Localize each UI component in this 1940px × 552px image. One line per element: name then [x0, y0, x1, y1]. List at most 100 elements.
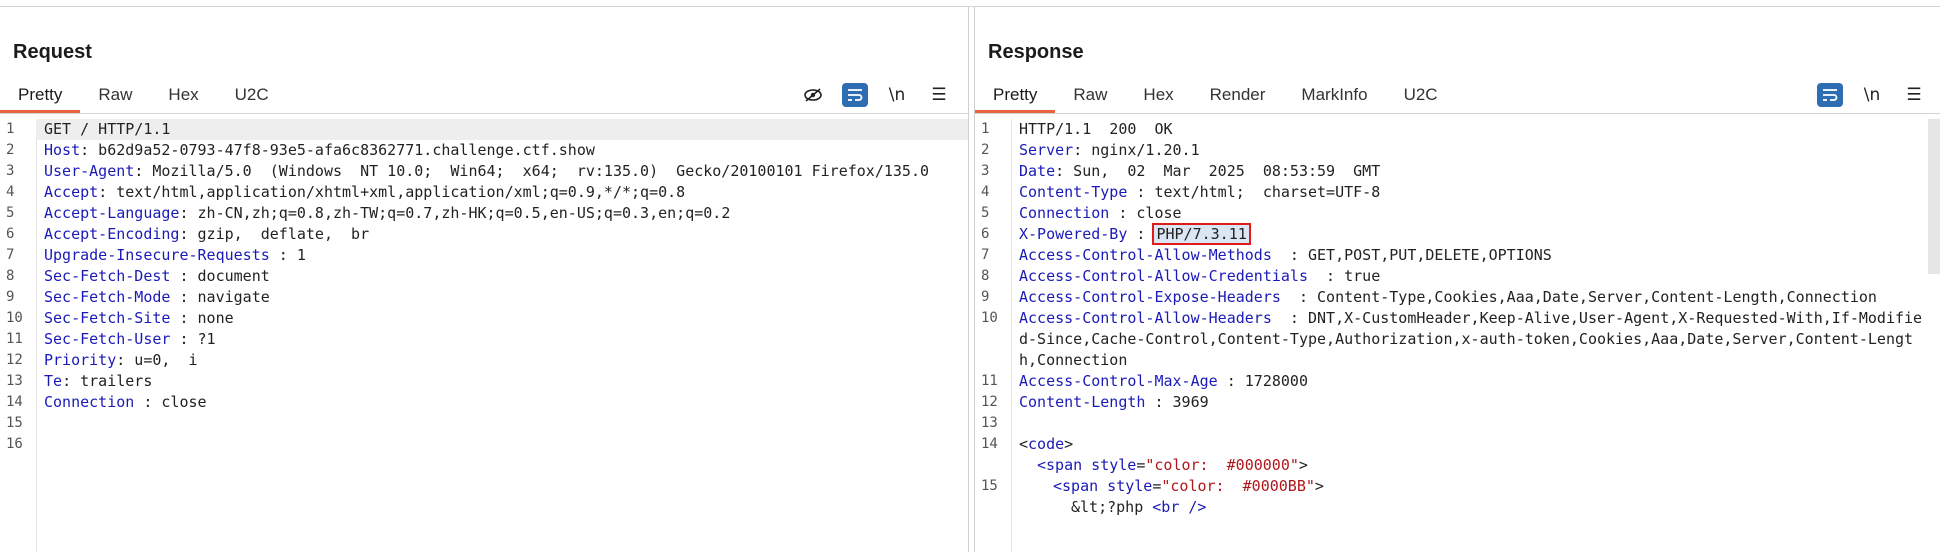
line-number: 11 — [981, 373, 998, 389]
header-name: User-Agent — [44, 162, 135, 180]
request-tab-pretty[interactable]: Pretty — [0, 77, 81, 113]
header-name: Access-Control-Expose-Headers — [1019, 288, 1281, 306]
code-line: 2 Server: nginx/1.20.1 — [975, 140, 1926, 161]
markup-value: "color: #000000" — [1145, 456, 1299, 474]
line-content: <span style="color: #000000"> — [1011, 455, 1926, 476]
show-newlines-toggle[interactable]: \n — [1859, 83, 1885, 107]
line-number: 5 — [6, 205, 15, 221]
line-content: User-Agent: Mozilla/5.0 (Windows NT 10.0… — [36, 161, 968, 182]
header-value: : close — [1109, 204, 1182, 222]
code-line: 10 Sec-Fetch-Site : none — [0, 308, 968, 329]
markup-tag: <br /> — [1152, 498, 1207, 516]
code-line: 7 Upgrade-Insecure-Requests : 1 — [0, 245, 968, 266]
markup-tag: <span — [1037, 456, 1083, 474]
line-content: Connection : close — [1011, 203, 1926, 224]
header-value: : true — [1307, 267, 1381, 285]
request-tab-raw[interactable]: Raw — [80, 77, 150, 113]
markup-text: &lt;?php — [1071, 498, 1153, 516]
header-value: : 1728000 — [1217, 372, 1308, 390]
header-value: : — [1127, 225, 1155, 243]
line-number: 7 — [6, 247, 15, 263]
line-content — [36, 434, 968, 455]
line-content: Sec-Fetch-Mode : navigate — [36, 287, 968, 308]
line-content: Te: trailers — [36, 371, 968, 392]
wrap-lines-icon[interactable] — [842, 83, 868, 107]
line-content — [1011, 413, 1926, 434]
line-number: 4 — [6, 184, 15, 200]
code-line: 5 Connection : close — [975, 203, 1926, 224]
header-name: Access-Control-Allow-Headers — [1019, 309, 1272, 327]
line-number — [975, 497, 1011, 518]
line-content: Server: nginx/1.20.1 — [1011, 140, 1926, 161]
code-line: 6 Accept-Encoding: gzip, deflate, br — [0, 224, 968, 245]
line-number: 12 — [981, 394, 998, 410]
code-line: 6 X-Powered-By : PHP/7.3.11 — [975, 223, 1926, 245]
markup-bracket: > — [1064, 435, 1074, 453]
response-title: Response — [988, 41, 1084, 63]
request-title: Request — [13, 41, 92, 63]
request-editor[interactable]: 1 GET / HTTP/1.1 2 Host: b62d9a52-0793-47f8… — [0, 119, 968, 552]
header-value: : none — [170, 309, 234, 327]
line-content: Content-Length : 3969 — [1011, 392, 1926, 413]
request-pane: Request Pretty Raw Hex U2C \n ☰ 1 GET / H… — [0, 7, 968, 552]
header-name: Access-Control-Allow-Credentials — [1019, 267, 1308, 285]
line-content: Upgrade-Insecure-Requests : 1 — [36, 245, 968, 266]
header-name: Accept-Encoding — [44, 225, 180, 243]
menu-icon[interactable]: ☰ — [926, 83, 952, 107]
response-editor[interactable]: 1 HTTP/1.1 200 OK 2 Server: nginx/1.20.1 3 Da… — [975, 119, 1940, 552]
pane-splitter[interactable] — [968, 7, 975, 552]
code-line: 1 HTTP/1.1 200 OK — [975, 119, 1926, 140]
line-content: &lt;?php <br /> — [1011, 497, 1926, 518]
request-tab-hex[interactable]: Hex — [150, 77, 216, 113]
header-name: Host — [44, 141, 81, 159]
response-tab-markinfo[interactable]: MarkInfo — [1283, 77, 1385, 113]
header-name: Sec-Fetch-Mode — [44, 288, 171, 306]
menu-icon[interactable]: ☰ — [1901, 83, 1927, 107]
line-number: 9 — [6, 289, 15, 305]
markup-tag: code — [1028, 435, 1065, 453]
header-value: : Sun, 02 Mar 2025 08:53:59 GMT — [1055, 162, 1381, 180]
line-content: Accept-Language: zh-CN,zh;q=0.8,zh-TW;q=… — [36, 203, 968, 224]
header-name: X-Powered-By — [1019, 225, 1128, 243]
header-value: : trailers — [62, 372, 153, 390]
code-line: 4 Accept: text/html,application/xhtml+xml… — [0, 182, 968, 203]
line-number: 14 — [981, 436, 998, 452]
highlighted-value: PHP/7.3.11 — [1152, 223, 1251, 245]
show-newlines-toggle[interactable]: \n — [884, 83, 910, 107]
response-tab-raw[interactable]: Raw — [1055, 77, 1125, 113]
response-tab-u2c[interactable]: U2C — [1386, 77, 1456, 113]
code-line: 15 — [0, 413, 968, 434]
response-tab-pretty[interactable]: Pretty — [975, 77, 1056, 113]
response-tabs: Pretty Raw Hex Render MarkInfo U2C — [975, 77, 1456, 113]
code-line: 9 Sec-Fetch-Mode : navigate — [0, 287, 968, 308]
line-number: 3 — [981, 163, 990, 179]
response-scrollbar[interactable] — [1928, 119, 1940, 274]
line-content: Access-Control-Allow-Headers : DNT,X-Cus… — [1011, 308, 1926, 371]
line-content: Accept-Encoding: gzip, deflate, br — [36, 224, 968, 245]
header-name: Access-Control-Max-Age — [1019, 372, 1218, 390]
line-content: Priority: u=0, i — [36, 350, 968, 371]
header-value: : GET,POST,PUT,DELETE,OPTIONS — [1271, 246, 1552, 264]
header-name: Sec-Fetch-Site — [44, 309, 171, 327]
header-value: : nginx/1.20.1 — [1073, 141, 1200, 159]
response-tab-render[interactable]: Render — [1192, 77, 1284, 113]
line-number: 7 — [981, 247, 990, 263]
response-tab-hex[interactable]: Hex — [1125, 77, 1191, 113]
code-line: 3 User-Agent: Mozilla/5.0 (Windows NT 10.… — [0, 161, 968, 182]
markup-bracket: > — [1298, 456, 1308, 474]
header-name: Content-Type — [1019, 183, 1128, 201]
header-name: Connection — [1019, 204, 1110, 222]
header-value: GET / HTTP/1.1 — [44, 120, 171, 138]
line-number: 4 — [981, 184, 990, 200]
header-value: : ?1 — [170, 330, 216, 348]
code-line: 8 Access-Control-Allow-Credentials : true — [975, 266, 1926, 287]
code-line: 1 GET / HTTP/1.1 — [0, 119, 968, 140]
markup-bracket: < — [1019, 435, 1029, 453]
hide-nonprintable-icon[interactable] — [800, 83, 826, 107]
line-content: Access-Control-Expose-Headers : Content-… — [1011, 287, 1926, 308]
header-value: : Mozilla/5.0 (Windows NT 10.0; Win64; x… — [134, 162, 930, 180]
wrap-lines-icon[interactable] — [1817, 83, 1843, 107]
code-line: &lt;?php <br /> — [975, 497, 1926, 518]
request-tab-u2c[interactable]: U2C — [217, 77, 287, 113]
header-value: : navigate — [170, 288, 270, 306]
